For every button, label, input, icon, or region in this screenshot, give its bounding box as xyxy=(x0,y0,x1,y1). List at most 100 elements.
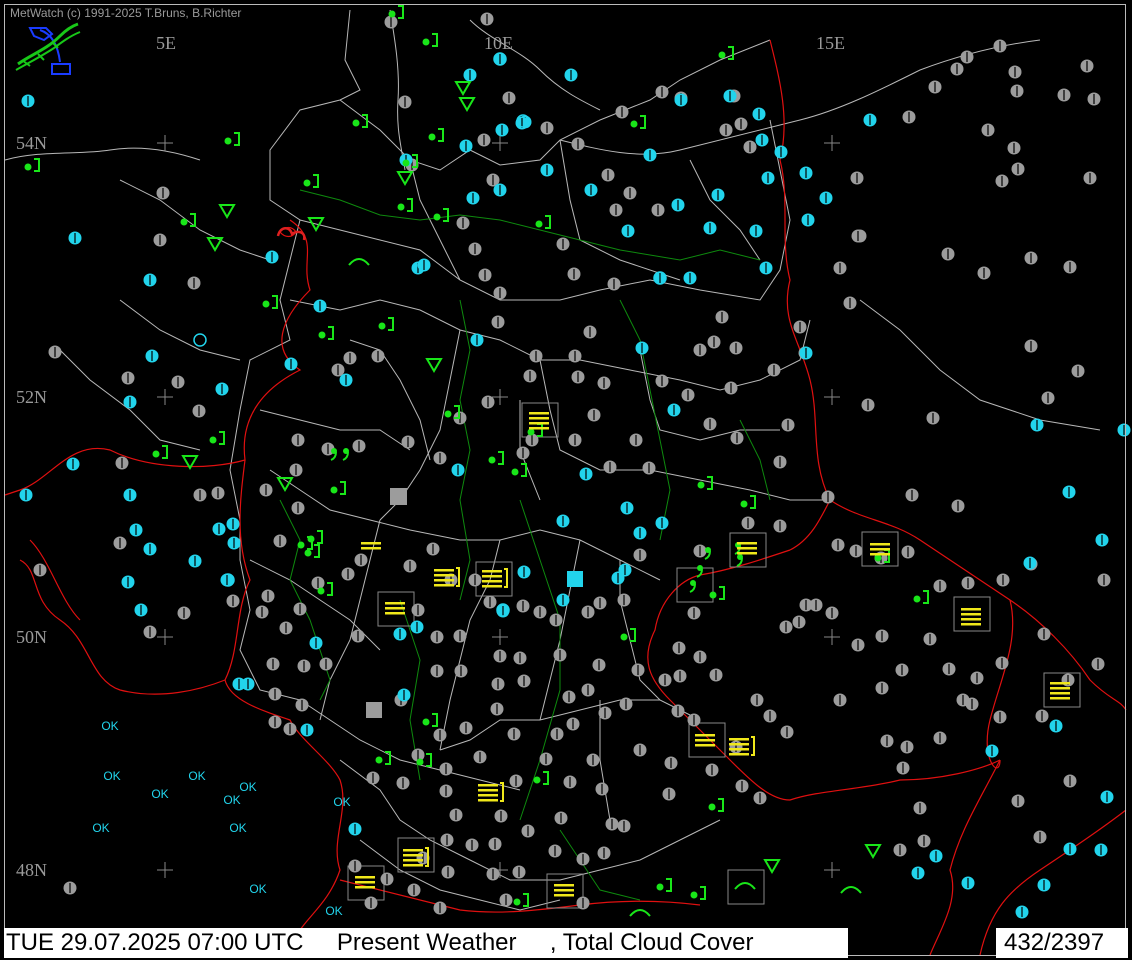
station-cloud-icon xyxy=(398,95,412,109)
station-cloud-icon xyxy=(529,349,543,363)
station-cloud-icon xyxy=(633,743,647,757)
station-cloud-icon xyxy=(576,852,590,866)
station-cloud-icon xyxy=(533,605,547,619)
shower-icon xyxy=(763,859,781,874)
station-cloud-icon xyxy=(143,273,157,287)
station-cloud-icon xyxy=(707,335,721,349)
station-cloud-icon xyxy=(629,433,643,447)
arc-icon xyxy=(840,886,862,894)
station-cloud-icon xyxy=(773,455,787,469)
station-cloud-icon xyxy=(430,664,444,678)
state-border xyxy=(299,219,461,281)
station-cloud-icon xyxy=(192,404,206,418)
rain-icon xyxy=(422,33,438,47)
station-cloud-icon xyxy=(655,374,669,388)
station-cloud-icon xyxy=(875,629,889,643)
station-cloud-icon xyxy=(123,395,137,409)
ok-label: OK xyxy=(188,769,205,783)
rain-icon xyxy=(708,798,724,812)
station-cloud-icon xyxy=(905,488,919,502)
rain-icon xyxy=(330,481,346,495)
station-cloud-icon xyxy=(433,901,447,915)
rain-icon xyxy=(535,215,551,229)
weather-map[interactable]: OKOK OKOK OKOKOK OKOKOKOK xyxy=(0,0,1132,960)
station-cloud-icon xyxy=(674,93,688,107)
station-cloud-icon xyxy=(556,593,570,607)
station-cloud-icon xyxy=(319,657,333,671)
station-cloud-icon xyxy=(1037,878,1051,892)
ok-label: OK xyxy=(101,719,118,733)
station-cloud-icon xyxy=(129,523,143,537)
station-cloud-icon xyxy=(633,526,647,540)
station-cloud-icon xyxy=(556,514,570,528)
state-border xyxy=(699,479,830,501)
station-cloud-icon xyxy=(753,791,767,805)
station-cloud-icon xyxy=(291,433,305,447)
station-cloud-icon xyxy=(851,229,865,243)
rain-icon xyxy=(511,463,527,477)
station-cloud-icon xyxy=(587,408,601,422)
station-cloud-icon xyxy=(187,276,201,290)
weather-box xyxy=(729,532,767,568)
station-cloud-icon xyxy=(283,722,297,736)
station-cloud-icon xyxy=(597,846,611,860)
station-cloud-icon xyxy=(502,91,516,105)
country-border xyxy=(339,879,701,913)
station-cloud-icon xyxy=(970,671,984,685)
station-cloud-icon xyxy=(1117,423,1131,437)
station-cloud-icon xyxy=(563,775,577,789)
station-cloud-icon xyxy=(19,488,33,502)
station-cloud-icon xyxy=(1094,843,1108,857)
station-cloud-icon xyxy=(723,89,737,103)
country-border xyxy=(224,459,344,931)
rain-icon xyxy=(630,115,646,129)
station-cloud-icon xyxy=(211,486,225,500)
station-cloud-icon xyxy=(470,333,484,347)
rain-icon xyxy=(303,174,319,188)
station-cloud-icon xyxy=(403,559,417,573)
station-cloud-icon xyxy=(297,659,311,673)
rain-icon xyxy=(224,132,240,146)
grid-cross xyxy=(157,135,173,151)
station-cloud-icon xyxy=(767,363,781,377)
station-cloud-icon xyxy=(623,186,637,200)
station-cloud-icon xyxy=(439,762,453,776)
station-cloud-icon xyxy=(491,677,505,691)
station-cloud-icon xyxy=(850,171,864,185)
station-cloud-icon xyxy=(441,865,455,879)
station-square-icon xyxy=(567,571,583,587)
state-border xyxy=(339,759,721,881)
station-cloud-icon xyxy=(115,456,129,470)
station-cloud-icon xyxy=(477,133,491,147)
station-cloud-icon xyxy=(1011,794,1025,808)
station-cloud-icon xyxy=(407,883,421,897)
ok-label: OK xyxy=(229,821,246,835)
station-cloud-icon xyxy=(617,593,631,607)
station-cloud-icon xyxy=(348,822,362,836)
station-cloud-icon xyxy=(380,872,394,886)
station-cloud-icon xyxy=(212,522,226,536)
station-cloud-icon xyxy=(499,893,513,907)
station-cloud-icon xyxy=(1080,59,1094,73)
station-cloud-icon xyxy=(550,727,564,741)
rain-icon xyxy=(488,451,504,465)
region-border xyxy=(459,299,471,601)
station-cloud-icon xyxy=(750,693,764,707)
station-cloud-icon xyxy=(364,896,378,910)
station-cloud-icon xyxy=(734,117,748,131)
station-cloud-icon xyxy=(993,39,1007,53)
rain-icon xyxy=(388,5,404,19)
station-cloud-icon xyxy=(411,603,425,617)
station-cloud-icon xyxy=(951,499,965,513)
grid-cross xyxy=(492,629,508,645)
station-cloud-icon xyxy=(792,615,806,629)
station-cloud-icon xyxy=(607,277,621,291)
station-cloud-icon xyxy=(664,756,678,770)
station-cloud-icon xyxy=(673,669,687,683)
station-cloud-icon xyxy=(171,375,185,389)
lat-label-52n: 52N xyxy=(16,387,47,407)
station-cloud-icon xyxy=(517,674,531,688)
ok-label: OK xyxy=(223,793,240,807)
station-cloud-icon xyxy=(1063,774,1077,788)
station-cloud-icon xyxy=(417,258,431,272)
